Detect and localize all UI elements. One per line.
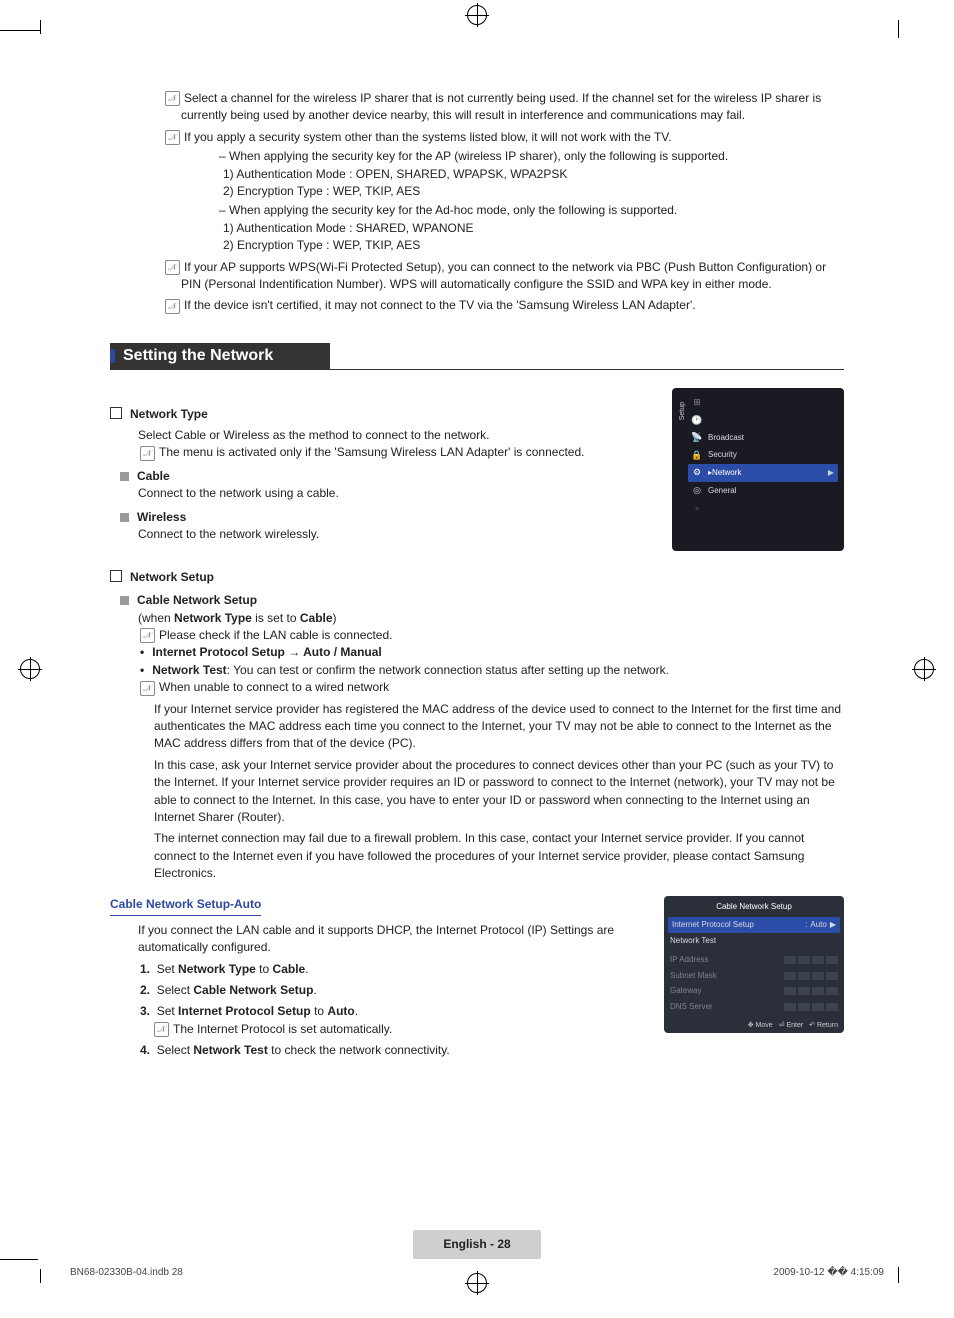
move-hint: ✥ Move [748,1021,773,1031]
note-item: 𝒩When unable to connect to a wired netwo… [110,679,844,696]
osd-menu-item[interactable]: ▫x [688,499,838,517]
osd-row-selected[interactable]: Internet Protocol Setup : Auto▶ [668,917,840,933]
note-text: Select a channel for the wireless IP sha… [181,91,821,122]
note-icon: 𝒩 [165,299,180,314]
osd-menu-item-selected[interactable]: ⚙▸Network▶ [688,464,838,482]
note-detail: 1) Authentication Mode : OPEN, SHARED, W… [211,166,844,183]
step-4: 4. Select Network Test to check the netw… [110,1042,644,1059]
section-heading: Setting the Network [110,343,844,370]
time-icon: 🕐 [692,415,702,425]
footer-right: 2009-10-12 �� 4:15:09 [773,1267,884,1278]
note-item: 𝒩Please check if the LAN cable is connec… [110,627,844,644]
broadcast-icon: 📡 [692,433,702,443]
note-text: If your AP supports WPS(Wi-Fi Protected … [181,260,826,291]
chevron-right-icon: ▶ [830,919,836,931]
body-paragraph: If your Internet service provider has re… [110,701,844,753]
list-item: Internet Protocol Setup → Auto / Manual [110,644,844,661]
step-2: 2. Select Cable Network Setup. [110,982,644,999]
osd-row-gateway: Gateway [670,983,838,999]
subheading-cable-network-setup: Cable Network Setup [110,592,844,609]
osd-category-label: Setup [678,402,688,420]
note-detail: 1) Authentication Mode : SHARED, WPANONE [211,220,844,237]
note-icon: 𝒩 [140,446,155,461]
subheading-cable: Cable [110,468,652,485]
note-item: 𝒩Select a channel for the wireless IP sh… [165,90,844,125]
network-icon: ⚙ [692,468,702,478]
note-icon: 𝒩 [165,91,180,106]
step-3-note: 𝒩The Internet Protocol is set automatica… [110,1021,644,1038]
footer-left: BN68-02330B-04.indb 28 [70,1267,183,1278]
security-icon: 🔒 [692,450,702,460]
note-detail: 2) Encryption Type : WEP, TKIP, AES [211,183,844,200]
osd-menu-item[interactable]: 🕐x [688,411,838,429]
osd-row-dns: DNS Server [670,999,838,1015]
note-icon: 𝒩 [140,681,155,696]
osd-footer: ✥ Move ⏎ Enter ↶ Return [670,1021,838,1031]
registration-mark-icon [467,5,487,25]
subheading-network-type: Network Type [110,406,652,423]
note-text: If the device isn't certified, it may no… [184,298,696,312]
note-detail: 2) Encryption Type : WEP, TKIP, AES [211,237,844,254]
plug-play-icon: ⊞ [692,397,702,407]
osd-menu-item[interactable]: ◎General [688,482,838,500]
general-icon: ◎ [692,485,702,495]
note-icon: 𝒩 [165,130,180,145]
osd-setup-menu: Setup ⊞x 🕐x 📡Broadcast 🔒Security ⚙▸Netwo… [672,388,844,551]
osd-cable-network-setup: Cable Network Setup Internet Protocol Se… [664,896,844,1032]
page: 𝒩Select a channel for the wireless IP sh… [0,0,954,1318]
osd-menu-item[interactable]: ⊞x [688,394,838,412]
subheading-wireless: Wireless [110,509,652,526]
body-text: (when Network Type is set to Cable) [110,610,844,627]
body-text: Connect to the network using a cable. [110,485,652,502]
note-text: If you apply a security system other tha… [184,130,672,144]
osd-row-subnet: Subnet Mask [670,968,838,984]
step-1: 1. Set Network Type to Cable. [110,961,644,978]
registration-mark-icon [467,1273,487,1293]
body-text: Connect to the network wirelessly. [110,526,652,543]
body-text: Select Cable or Wireless as the method t… [110,427,652,444]
registration-mark-icon [914,659,934,679]
note-icon: 𝒩 [165,260,180,275]
dim-icon: ▫ [692,503,702,513]
subheading-cable-auto: Cable Network Setup-Auto [110,896,261,915]
note-icon: 𝒩 [154,1022,169,1037]
note-item: 𝒩 If you apply a security system other th… [165,129,844,255]
osd-title: Cable Network Setup [670,901,838,913]
note-item: 𝒩The menu is activated only if the 'Sams… [110,444,652,461]
enter-hint: ⏎ Enter [779,1021,804,1031]
content-area: 𝒩Select a channel for the wireless IP sh… [60,20,894,1259]
osd-row[interactable]: Network Test [670,933,838,949]
subheading-network-setup: Network Setup [110,569,844,586]
section-title: Setting the Network [123,344,273,367]
return-hint: ↶ Return [809,1021,838,1031]
list-item: Network Test: You can test or confirm th… [110,662,844,679]
step-3: 3. Set Internet Protocol Setup to Auto. [110,1003,644,1020]
note-item: 𝒩 If the device isn't certified, it may n… [165,297,844,314]
body-paragraph: In this case, ask your Internet service … [110,757,844,827]
osd-row-ip: IP Address [670,952,838,968]
body-text: If you connect the LAN cable and it supp… [110,922,644,957]
chevron-right-icon: ▶ [828,467,834,479]
body-paragraph: The internet connection may fail due to … [110,830,844,882]
note-icon: 𝒩 [140,628,155,643]
registration-mark-icon [20,659,40,679]
note-subitem: When applying the security key for the A… [211,202,844,219]
page-number: English - 28 [110,1230,844,1259]
note-item: 𝒩If your AP supports WPS(Wi-Fi Protected… [165,259,844,294]
note-subitem: When applying the security key for the A… [211,148,844,165]
osd-menu-item[interactable]: 🔒Security [688,446,838,464]
osd-menu-item[interactable]: 📡Broadcast [688,429,838,447]
